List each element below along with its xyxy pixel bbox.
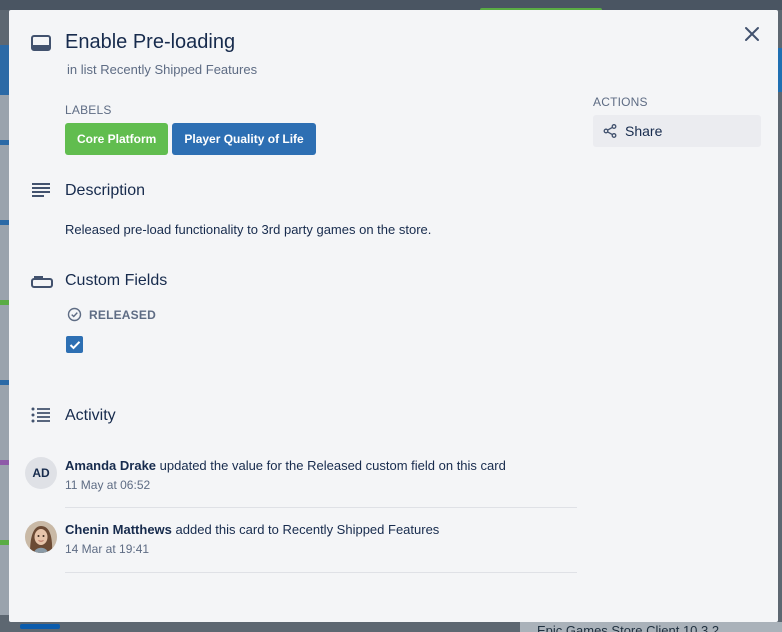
in-list-prefix: in list: [67, 62, 97, 77]
list-name-link[interactable]: Recently Shipped Features: [100, 62, 257, 77]
board-left-blue-strip: [0, 45, 9, 95]
board-card-tick: [0, 460, 9, 465]
card-detail-dialog: Enable Pre-loading in list Recently Ship…: [9, 10, 778, 622]
activity-body: Amanda Drake updated the value for the R…: [65, 457, 577, 492]
close-icon[interactable]: [744, 26, 760, 42]
released-checkbox[interactable]: [66, 336, 83, 353]
board-right-blue-strip: [778, 48, 782, 92]
description-text[interactable]: Released pre-load functionality to 3rd p…: [65, 222, 431, 237]
close-button[interactable]: [740, 22, 764, 46]
share-icon: [603, 124, 617, 138]
released-field-name: RELEASED: [89, 307, 156, 322]
board-header-strip: [0, 0, 782, 10]
label-core-platform[interactable]: Core Platform: [65, 123, 169, 155]
board-card-tick: [0, 380, 9, 385]
custom-fields-icon: [31, 274, 53, 293]
board-left-list: [0, 95, 9, 615]
avatar[interactable]: AD: [25, 457, 57, 489]
activity-timestamp[interactable]: 11 May at 06:52: [65, 478, 577, 492]
card-icon: [31, 35, 51, 56]
board-bottom-card-title: Epic Games Store Client 10.3.2: [537, 623, 720, 632]
description-title: Description: [65, 182, 146, 199]
avatar[interactable]: [25, 521, 57, 553]
checkmark-icon: [69, 340, 80, 349]
board-card-tick: [0, 140, 9, 145]
released-field-label: RELEASED: [67, 307, 156, 322]
label-player-quality-of-life[interactable]: Player Quality of Life: [172, 123, 316, 155]
activity-timestamp[interactable]: 14 Mar at 19:41: [65, 542, 577, 556]
board-card-tick: [0, 220, 9, 225]
share-button[interactable]: Share: [593, 115, 761, 147]
board-card-tick: [0, 540, 9, 545]
custom-fields-title: Custom Fields: [65, 272, 168, 289]
check-circle-icon: [67, 307, 82, 322]
share-label: Share: [625, 123, 663, 139]
card-title[interactable]: Enable Pre-loading: [65, 31, 235, 54]
description-icon: [31, 182, 51, 203]
activity-icon: [31, 407, 51, 428]
activity-action: updated the value for the Released custo…: [159, 458, 506, 473]
labels-row: Core Platform Player Quality of Life: [65, 123, 316, 155]
activity-divider: [65, 507, 577, 508]
activity-action: added this card to Recently Shipped Feat…: [175, 522, 440, 537]
activity-body: Chenin Matthews added this card to Recen…: [65, 521, 577, 556]
activity-user[interactable]: Chenin Matthews: [65, 522, 172, 537]
activity-user[interactable]: Amanda Drake: [65, 458, 156, 473]
activity-title: Activity: [65, 407, 116, 424]
card-list-info: in list Recently Shipped Features: [67, 62, 257, 77]
actions-heading: ACTIONS: [593, 95, 648, 109]
board-bottom-blue-bar: [20, 624, 60, 629]
activity-line: Amanda Drake updated the value for the R…: [65, 457, 577, 475]
board-card-tick: [0, 300, 9, 305]
user-photo-icon: [25, 521, 57, 553]
activity-line: Chenin Matthews added this card to Recen…: [65, 521, 577, 539]
labels-heading: LABELS: [65, 103, 112, 117]
activity-divider: [65, 572, 577, 573]
